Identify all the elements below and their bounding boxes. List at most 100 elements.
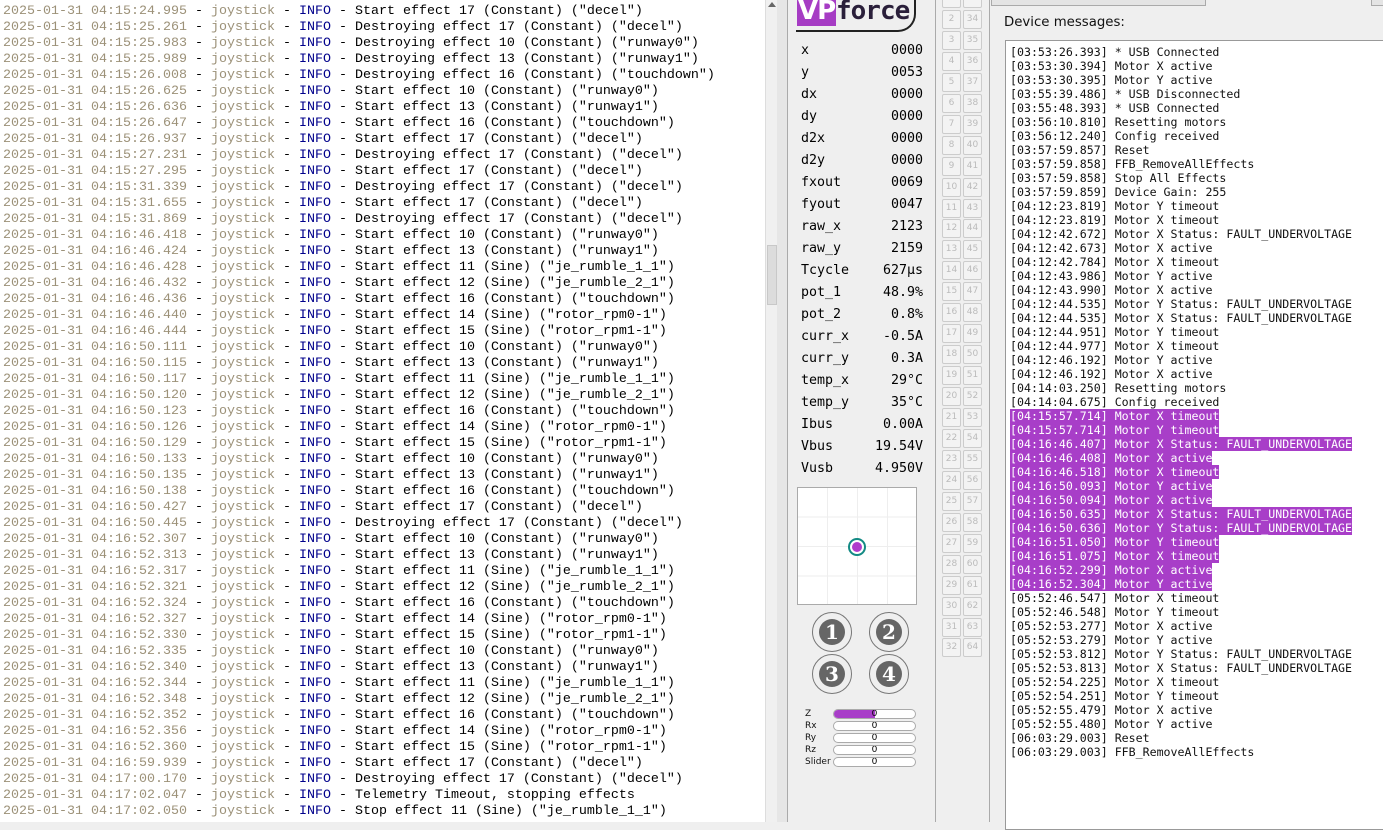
log-timestamp: 2025-01-31 04:15:25.983: [3, 36, 187, 51]
log-message: Destroying effect 13 (Constant) ("runway…: [354, 52, 699, 67]
message-row[interactable]: [04:16:52.304] Motor Y active: [1010, 577, 1213, 591]
log-source: joystick: [210, 724, 275, 739]
message-row[interactable]: [04:16:51.050] Motor Y timeout: [1010, 535, 1220, 549]
message-row[interactable]: [04:15:57.714] Motor Y timeout: [1010, 423, 1220, 437]
message-row[interactable]: [05:52:46.548] Motor Y timeout: [1010, 605, 1219, 619]
message-row[interactable]: [03:57:59.858] Stop All Effects: [1010, 171, 1226, 185]
log-source: joystick: [210, 132, 275, 147]
log-row: 2025-01-31 04:15:25.261 - joystick - INF…: [3, 20, 683, 35]
message-row[interactable]: [04:16:46.408] Motor X active: [1010, 451, 1213, 465]
python-log-view[interactable]: 2025-01-31 04:15:24.995 - joystick - INF…: [0, 0, 765, 822]
message-row[interactable]: [04:12:23.819] Motor Y timeout: [1010, 199, 1219, 213]
button-grid-cell: 11: [942, 198, 961, 218]
message-row[interactable]: [04:15:57.714] Motor X timeout: [1010, 409, 1220, 423]
log-level: INFO: [298, 116, 331, 131]
log-timestamp: 2025-01-31 04:16:50.111: [3, 340, 187, 355]
message-row[interactable]: [04:12:42.784] Motor X timeout: [1010, 255, 1219, 269]
message-row[interactable]: [03:57:59.857] Reset: [1010, 143, 1150, 157]
button-grid-cell: 38: [963, 93, 982, 113]
log-source: joystick: [210, 36, 275, 51]
log-source: joystick: [210, 740, 275, 755]
message-row[interactable]: [03:56:12.240] Config received: [1010, 129, 1219, 143]
message-row[interactable]: [05:52:54.225] Motor X timeout: [1010, 675, 1219, 689]
message-row[interactable]: [04:16:51.075] Motor X timeout: [1010, 549, 1220, 563]
button-grid-cell: 18: [942, 345, 961, 365]
message-row[interactable]: [04:12:44.535] Motor X Status: FAULT_UND…: [1010, 311, 1352, 325]
message-row[interactable]: [04:12:42.673] Motor X active: [1010, 241, 1212, 255]
message-row[interactable]: [03:53:30.394] Motor X active: [1010, 59, 1212, 73]
message-row[interactable]: [03:53:30.395] Motor Y active: [1010, 73, 1212, 87]
log-source: joystick: [210, 660, 275, 675]
tab[interactable]: [1371, 0, 1383, 6]
message-row[interactable]: [04:16:50.094] Motor X active: [1010, 493, 1213, 507]
message-row[interactable]: [04:12:46.192] Motor X active: [1010, 367, 1212, 381]
message-row[interactable]: [06:03:29.003] FFB_RemoveAllEffects: [1010, 745, 1254, 759]
button-grid-cell: 35: [963, 30, 982, 50]
log-source: joystick: [210, 644, 275, 659]
message-row[interactable]: [04:16:46.518] Motor X timeout: [1010, 465, 1220, 479]
message-row[interactable]: [05:52:55.480] Motor Y active: [1010, 717, 1212, 731]
message-row[interactable]: [04:16:50.636] Motor Y Status: FAULT_UND…: [1010, 521, 1353, 535]
button-grid-cell: 41: [963, 156, 982, 176]
message-row[interactable]: [05:52:54.251] Motor Y timeout: [1010, 689, 1219, 703]
tab-active[interactable]: [1205, 0, 1383, 6]
message-row[interactable]: [04:12:44.977] Motor X timeout: [1010, 339, 1219, 353]
scrollbar-thumb[interactable]: [767, 245, 777, 305]
message-row[interactable]: [05:52:53.277] Motor X active: [1010, 619, 1212, 633]
message-row[interactable]: [03:55:39.486] * USB Disconnected: [1010, 87, 1240, 101]
stat-row: d2y 0000: [801, 150, 923, 172]
message-row[interactable]: [06:03:29.003] Reset: [1010, 731, 1150, 745]
message-row[interactable]: [03:55:48.393] * USB Connected: [1010, 101, 1219, 115]
log-source: joystick: [210, 692, 275, 707]
message-row[interactable]: [04:14:03.250] Resetting motors: [1010, 381, 1226, 395]
message-row[interactable]: [05:52:53.813] Motor X Status: FAULT_UND…: [1010, 661, 1352, 675]
message-row[interactable]: [04:12:23.819] Motor X timeout: [1010, 213, 1219, 227]
stat-label: temp_y: [801, 395, 850, 410]
log-timestamp: 2025-01-31 04:16:52.352: [3, 708, 187, 723]
message-row[interactable]: [04:12:44.535] Motor Y Status: FAULT_UND…: [1010, 297, 1352, 311]
log-level: INFO: [298, 196, 331, 211]
tab[interactable]: [991, 0, 1217, 6]
message-row[interactable]: [05:52:53.812] Motor Y Status: FAULT_UND…: [1010, 647, 1352, 661]
log-row: 2025-01-31 04:17:02.050 - joystick - INF…: [3, 804, 667, 819]
message-row[interactable]: [04:14:04.675] Config received: [1010, 395, 1219, 409]
stat-label: d2y: [801, 153, 826, 168]
axis-value: 0: [871, 733, 878, 743]
message-row[interactable]: [04:12:44.951] Motor Y timeout: [1010, 325, 1219, 339]
splitter[interactable]: [777, 0, 788, 822]
log-row: 2025-01-31 04:16:59.939 - joystick - INF…: [3, 756, 643, 771]
log-level: INFO: [298, 356, 331, 371]
message-row[interactable]: [04:16:50.093] Motor Y active: [1010, 479, 1213, 493]
log-row: 2025-01-31 04:16:46.444 - joystick - INF…: [3, 324, 667, 339]
message-row[interactable]: [04:16:52.299] Motor X active: [1010, 563, 1213, 577]
message-row[interactable]: [03:53:26.393] * USB Connected: [1010, 45, 1219, 59]
log-level: INFO: [298, 340, 331, 355]
device-messages-list[interactable]: [03:53:26.393] * USB Connected [03:53:30.…: [1005, 40, 1383, 830]
message-row[interactable]: [04:12:43.990] Motor X active: [1010, 283, 1212, 297]
log-timestamp: 2025-01-31 04:17:02.047: [3, 788, 187, 803]
message-row[interactable]: [04:16:50.635] Motor X Status: FAULT_UND…: [1010, 507, 1353, 521]
message-row[interactable]: [04:12:46.192] Motor Y active: [1010, 353, 1212, 367]
scroll-up-arrow-icon[interactable]: [768, 2, 776, 7]
log-source: joystick: [210, 452, 275, 467]
message-row[interactable]: [05:52:55.479] Motor X active: [1010, 703, 1212, 717]
message-row[interactable]: [04:16:46.407] Motor X Status: FAULT_UND…: [1010, 437, 1353, 451]
joystick-position-plot: [797, 487, 917, 605]
log-level: INFO: [298, 660, 331, 675]
stat-value: 0069: [890, 175, 923, 190]
message-row[interactable]: [03:57:59.858] FFB_RemoveAllEffects: [1010, 157, 1254, 171]
axis-value: 0: [871, 709, 878, 719]
log-scrollbar[interactable]: [765, 0, 777, 822]
stat-row: Ibus 0.00A: [801, 414, 923, 436]
message-row[interactable]: [04:12:42.672] Motor X Status: FAULT_UND…: [1010, 227, 1352, 241]
log-row: 2025-01-31 04:15:26.625 - joystick - INF…: [3, 84, 659, 99]
stat-label: Vbus: [801, 439, 834, 454]
log-row: 2025-01-31 04:16:52.335 - joystick - INF…: [3, 644, 659, 659]
message-row[interactable]: [04:12:43.986] Motor Y active: [1010, 269, 1212, 283]
button-grid-cell: 7: [942, 114, 961, 134]
log-message: Start effect 15 (Sine) ("rotor_rpm1-1"): [354, 436, 667, 451]
message-row[interactable]: [03:57:59.859] Device Gain: 255: [1010, 185, 1226, 199]
message-row[interactable]: [05:52:46.547] Motor X timeout: [1010, 591, 1219, 605]
message-row[interactable]: [03:56:10.810] Resetting motors: [1010, 115, 1226, 129]
message-row[interactable]: [05:52:53.279] Motor Y active: [1010, 633, 1212, 647]
